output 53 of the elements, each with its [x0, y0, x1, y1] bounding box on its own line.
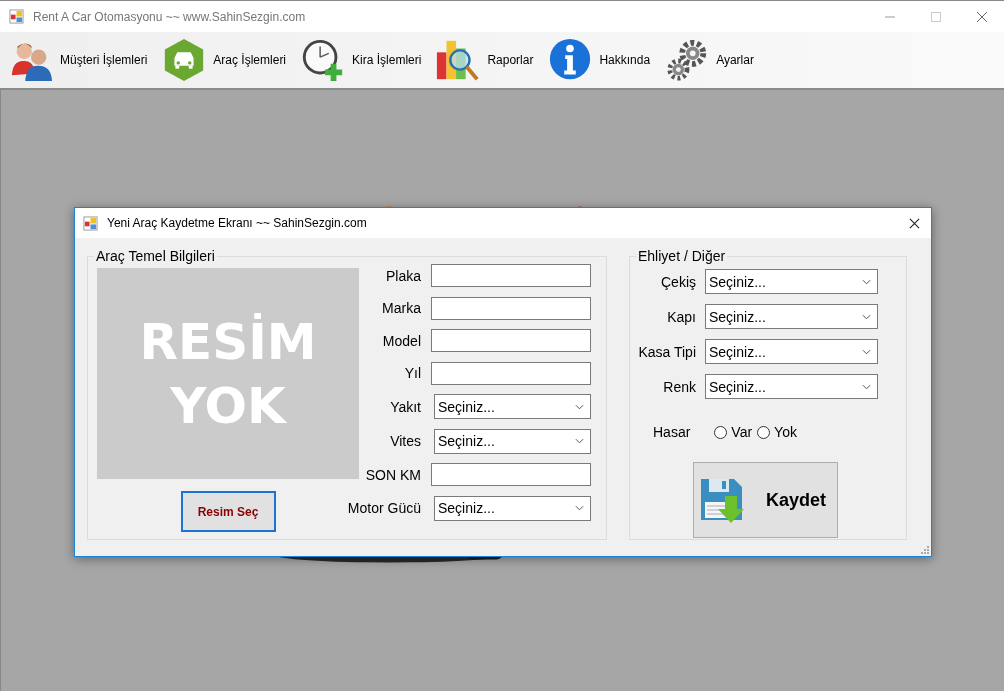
dropdown[interactable]: Seçiniz...: [434, 428, 591, 454]
chevron-down-icon: [862, 313, 871, 320]
radio-option[interactable]: Var: [714, 424, 753, 440]
radio-option[interactable]: Yok: [757, 424, 797, 440]
app-icon: [83, 215, 98, 231]
text-field[interactable]: [431, 329, 591, 352]
chevron-down-icon: [575, 403, 584, 410]
field-label: Model: [381, 332, 421, 349]
dropdown[interactable]: Seçiniz...: [705, 269, 878, 294]
field-label: Marka: [381, 300, 421, 316]
text-field[interactable]: [431, 463, 591, 486]
save-button[interactable]: Kaydet: [693, 462, 838, 538]
window-title: Rent A Car Otomasyonu ~~ www.SahinSezgin.com: [33, 9, 306, 24]
group-title: Ehliyet / Diğer: [637, 248, 727, 264]
dialog-title: Yeni Araç Kaydetme Ekranı ~~ SahinSezgin.com: [107, 216, 367, 230]
resize-grip-icon[interactable]: [921, 546, 929, 554]
field-label: Vites: [389, 433, 421, 449]
toolbar-button[interactable]: Kira İşlemleri: [300, 37, 422, 83]
toolbar-button[interactable]: Hakkında: [547, 37, 651, 83]
toolbar-button[interactable]: Müşteri İşlemleri: [8, 37, 148, 83]
chevron-down-icon: [862, 383, 871, 390]
field-label: Renk: [662, 378, 696, 395]
chevron-down-icon: [862, 278, 871, 285]
field-label: Çekiş: [660, 273, 696, 290]
field-label: Kasa Tipi: [637, 343, 696, 360]
toolbar-button[interactable]: Raporlar: [435, 37, 534, 83]
floppy-disk-icon: [698, 476, 746, 524]
field-label: Yıl: [403, 365, 421, 381]
dropdown[interactable]: Seçiniz...: [434, 394, 591, 419]
field-label: Motor Gücü: [346, 500, 421, 516]
toolbar-button[interactable]: Araç İşlemleri: [161, 37, 287, 83]
text-field[interactable]: [431, 361, 591, 385]
text-field[interactable]: [431, 264, 591, 287]
radio-circle[interactable]: [757, 425, 771, 439]
dropdown[interactable]: Seçiniz...: [705, 374, 878, 399]
field-label: Plaka: [384, 267, 421, 284]
field-label: Kapı: [666, 308, 696, 325]
dropdown[interactable]: Seçiniz...: [434, 495, 591, 521]
toolbar-button[interactable]: Ayarlar: [664, 37, 754, 83]
chevron-down-icon: [575, 505, 584, 511]
close-icon[interactable]: [909, 217, 920, 229]
app-icon: [9, 9, 24, 24]
field-label: Hasar: [653, 424, 691, 440]
chevron-down-icon: [862, 348, 871, 355]
chevron-down-icon: [575, 438, 584, 444]
dropdown[interactable]: Seçiniz...: [705, 304, 878, 329]
field-label: SON KM: [364, 466, 421, 483]
field-label: Yakıt: [389, 398, 421, 415]
radio-circle[interactable]: [714, 425, 728, 439]
dropdown[interactable]: Seçiniz...: [705, 339, 878, 364]
text-field[interactable]: [431, 296, 591, 320]
group-title: Araç Temel Bilgileri: [95, 248, 216, 264]
choose-image-button[interactable]: Resim Seç: [180, 491, 276, 532]
